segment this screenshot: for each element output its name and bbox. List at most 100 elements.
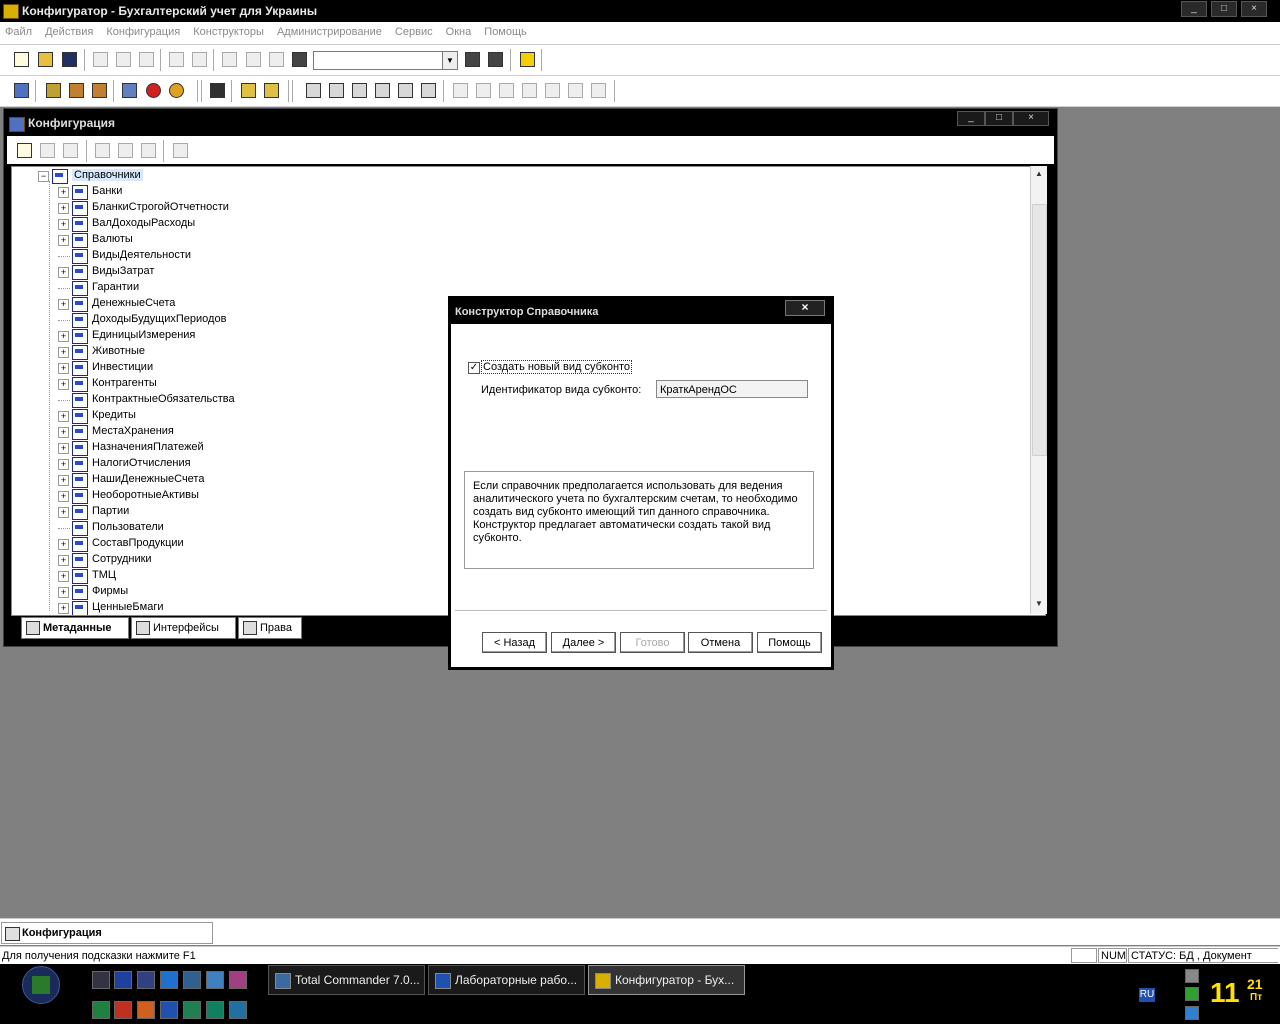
window-tab-configuration[interactable]: Конфигурация xyxy=(1,922,213,944)
back-button[interactable]: < Назад xyxy=(482,632,547,653)
quicklaunch-project-icon[interactable] xyxy=(183,1001,201,1019)
quicklaunch-word-icon[interactable] xyxy=(160,1001,178,1019)
find-prev-icon[interactable] xyxy=(486,50,504,68)
clock-hour[interactable]: 11 xyxy=(1210,977,1240,1009)
move-up-icon[interactable] xyxy=(116,141,134,159)
debug-icon[interactable] xyxy=(120,81,138,99)
print-preview-icon[interactable] xyxy=(190,50,208,68)
subconto-id-field[interactable]: КраткАрендОС xyxy=(656,380,808,398)
tree-item[interactable]: + СоставПродукции xyxy=(58,536,318,552)
wizard-13-icon[interactable] xyxy=(589,81,607,99)
tree-item[interactable]: ВидыДеятельности xyxy=(58,248,318,264)
expand-icon[interactable]: + xyxy=(58,203,69,214)
start-button[interactable] xyxy=(22,966,60,1004)
tree-item[interactable]: КонтрактныеОбязательства xyxy=(58,392,318,408)
wizard-2-icon[interactable] xyxy=(327,81,345,99)
tab-metadata[interactable]: Метаданные xyxy=(21,617,129,639)
expand-icon[interactable]: + xyxy=(58,475,69,486)
menu-windows[interactable]: Окна xyxy=(441,22,477,38)
find-next-icon[interactable] xyxy=(463,50,481,68)
print-icon[interactable] xyxy=(167,50,185,68)
expand-icon[interactable]: + xyxy=(58,539,69,550)
tree-item[interactable]: + Валюты xyxy=(58,232,318,248)
help-button[interactable]: Помощь xyxy=(757,632,822,653)
quicklaunch-other-icon[interactable] xyxy=(229,1001,247,1019)
tree-item[interactable]: + Животные xyxy=(58,344,318,360)
help-question-icon[interactable] xyxy=(518,50,536,68)
dialog-close-button[interactable]: × xyxy=(785,300,825,316)
wizard-10-icon[interactable] xyxy=(520,81,538,99)
tree-item[interactable]: + ЕдиницыИзмерения xyxy=(58,328,318,344)
tree-item[interactable]: ДоходыБудущихПериодов xyxy=(58,312,318,328)
expand-icon[interactable]: + xyxy=(58,459,69,470)
quicklaunch-desktop-icon[interactable] xyxy=(183,971,201,989)
expand-icon[interactable]: + xyxy=(58,347,69,358)
cancel-button[interactable]: Отмена xyxy=(688,632,753,653)
save-icon[interactable] xyxy=(60,50,78,68)
open-config-icon[interactable] xyxy=(44,81,62,99)
tree-item[interactable]: + БланкиСтрогойОтчетности xyxy=(58,200,318,216)
stop-icon[interactable] xyxy=(144,81,162,99)
quicklaunch-explorer-icon[interactable] xyxy=(92,971,110,989)
quicklaunch-excel-icon[interactable] xyxy=(92,1001,110,1019)
menu-file[interactable]: Файл xyxy=(0,22,37,38)
create-subconto-checkbox[interactable]: ✓ xyxy=(468,362,480,374)
maximize-button[interactable]: □ xyxy=(1211,1,1237,17)
expand-icon[interactable]: + xyxy=(58,219,69,230)
expand-icon[interactable]: + xyxy=(58,379,69,390)
quicklaunch-powerpoint-icon[interactable] xyxy=(137,1001,155,1019)
move-down-icon[interactable] xyxy=(93,141,111,159)
cut-icon[interactable] xyxy=(91,50,109,68)
tree-item[interactable]: + НазначенияПлатежей xyxy=(58,440,318,456)
wizard-12-icon[interactable] xyxy=(566,81,584,99)
tree-item[interactable]: + Контрагенты xyxy=(58,376,318,392)
delete-object-icon[interactable] xyxy=(61,141,79,159)
wizard-6-icon[interactable] xyxy=(419,81,437,99)
run-icon[interactable] xyxy=(167,81,185,99)
expand-icon[interactable]: + xyxy=(58,235,69,246)
wizard-3-icon[interactable] xyxy=(350,81,368,99)
wizard-9-icon[interactable] xyxy=(497,81,515,99)
wizard-5-icon[interactable] xyxy=(396,81,414,99)
menu-help[interactable]: Помощь xyxy=(479,22,532,38)
expand-icon[interactable]: + xyxy=(58,427,69,438)
edit-object-icon[interactable] xyxy=(38,141,56,159)
tray-app-icon[interactable] xyxy=(1185,987,1199,1001)
cfg-minimize-button[interactable]: _ xyxy=(957,111,985,126)
tree-item[interactable]: + НашиДенежныеСчета xyxy=(58,472,318,488)
tree-item[interactable]: + НалогиОтчисления xyxy=(58,456,318,472)
tree-item[interactable]: + Банки xyxy=(58,184,318,200)
expand-icon[interactable]: + xyxy=(58,491,69,502)
expand-icon[interactable]: + xyxy=(58,587,69,598)
open-folder-icon[interactable] xyxy=(36,50,54,68)
expand-icon[interactable]: + xyxy=(58,299,69,310)
task-configurator[interactable]: Конфигуратор - Бух... xyxy=(588,965,745,995)
expand-icon[interactable]: + xyxy=(58,555,69,566)
new-object-icon[interactable] xyxy=(15,141,33,159)
sort-icon[interactable] xyxy=(139,141,157,159)
wizard-11-icon[interactable] xyxy=(543,81,561,99)
quicklaunch-media-icon[interactable] xyxy=(137,971,155,989)
tree-item[interactable]: + Партии xyxy=(58,504,318,520)
menu-administration[interactable]: Администрирование xyxy=(272,22,387,38)
user-icon[interactable] xyxy=(208,81,226,99)
new-file-icon[interactable] xyxy=(12,50,30,68)
tree-item[interactable]: Пользователи xyxy=(58,520,318,536)
table-edit-icon[interactable] xyxy=(262,81,280,99)
next-button[interactable]: Далее > xyxy=(551,632,616,653)
expand-icon[interactable]: + xyxy=(58,443,69,454)
properties-icon[interactable] xyxy=(220,50,238,68)
tree-item[interactable]: + Инвестиции xyxy=(58,360,318,376)
menu-configuration[interactable]: Конфигурация xyxy=(101,22,185,38)
close-button[interactable]: × xyxy=(1241,1,1267,17)
expand-icon[interactable]: + xyxy=(58,411,69,422)
tray-network-icon[interactable] xyxy=(1185,969,1199,983)
rights-icon[interactable] xyxy=(90,81,108,99)
quicklaunch-ie-icon[interactable] xyxy=(160,971,178,989)
wizard-8-icon[interactable] xyxy=(474,81,492,99)
tree-item[interactable]: + ДенежныеСчета xyxy=(58,296,318,312)
create-subconto-label[interactable]: Создать новый вид субконто xyxy=(481,360,633,374)
expand-icon[interactable]: + xyxy=(58,331,69,342)
wizard-4-icon[interactable] xyxy=(373,81,391,99)
tree-item[interactable]: + ВалДоходыРасходы xyxy=(58,216,318,232)
